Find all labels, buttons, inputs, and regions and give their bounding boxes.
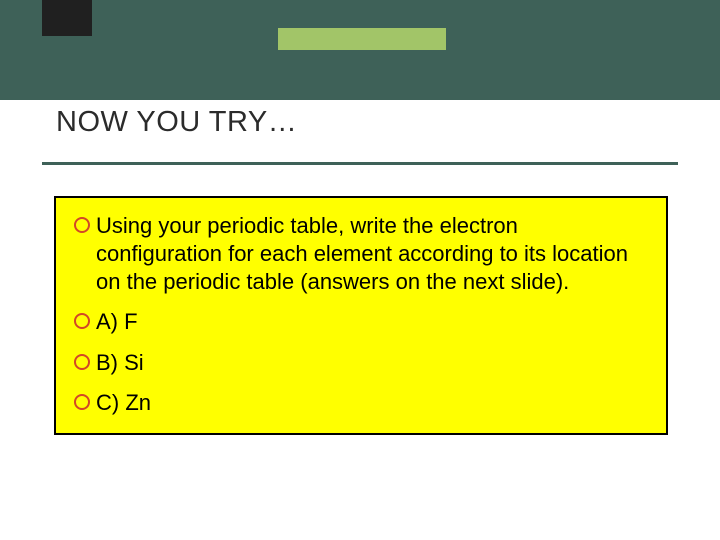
circle-bullet-icon xyxy=(74,217,90,233)
intro-text: Using your periodic table, write the ele… xyxy=(96,212,648,296)
bullet-intro: Using your periodic table, write the ele… xyxy=(74,212,648,296)
circle-bullet-icon xyxy=(74,394,90,410)
bullet-option-b: B) Si xyxy=(74,349,648,377)
title-underline xyxy=(42,162,678,165)
accent-block-dark xyxy=(42,0,92,36)
bullet-option-a: A) F xyxy=(74,308,648,336)
slide-title: NOW YOU TRY… xyxy=(56,106,297,139)
option-c-text: C) Zn xyxy=(96,389,648,417)
bullet-option-c: C) Zn xyxy=(74,389,648,417)
option-a-text: A) F xyxy=(96,308,648,336)
content-box: Using your periodic table, write the ele… xyxy=(54,196,668,435)
accent-block-green xyxy=(278,28,446,50)
circle-bullet-icon xyxy=(74,313,90,329)
option-b-text: B) Si xyxy=(96,349,648,377)
circle-bullet-icon xyxy=(74,354,90,370)
header-band xyxy=(0,0,720,100)
